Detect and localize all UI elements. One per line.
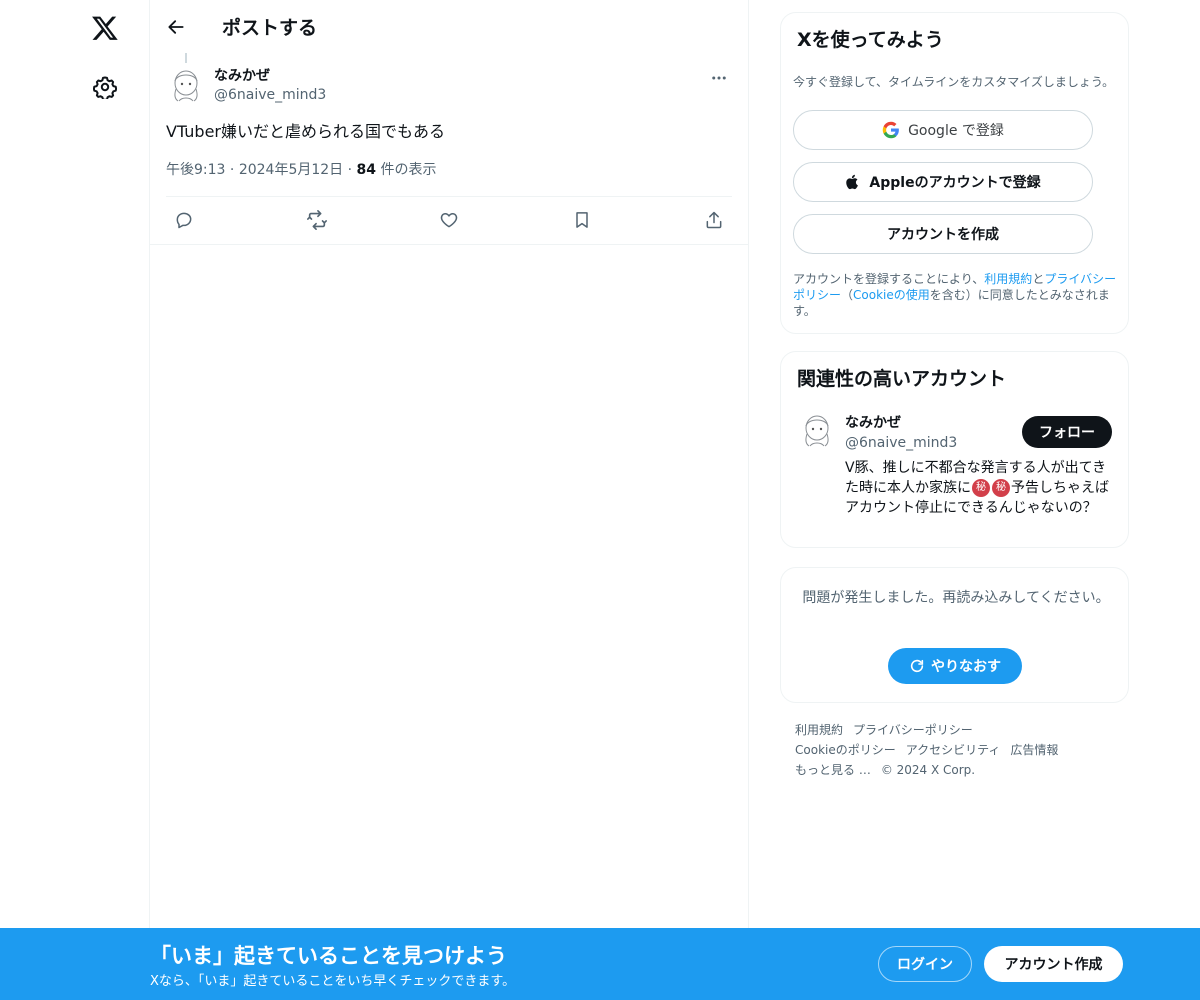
- error-card: 問題が発生しました。再読み込みしてください。 やりなおす: [780, 567, 1129, 703]
- x-logo-icon[interactable]: [85, 8, 125, 48]
- signup-card: Xを使ってみよう 今すぐ登録して、タイムラインをカスタマイズしましょう。 Goo…: [780, 12, 1129, 334]
- retry-label: やりなおす: [931, 659, 1001, 675]
- related-account-handle[interactable]: @6naive_mind3: [845, 435, 957, 451]
- signup-title: Xを使ってみよう: [797, 29, 944, 51]
- main-header: ポストする: [150, 0, 748, 53]
- footer-link-cookie[interactable]: Cookieのポリシー: [795, 743, 896, 757]
- footer-link-ads[interactable]: 広告情報: [1010, 743, 1058, 757]
- thread-line: [185, 53, 187, 63]
- create-account-button[interactable]: アカウントを作成: [793, 214, 1093, 254]
- login-button[interactable]: ログイン: [878, 946, 972, 982]
- post-meta: 午後9:13 · 2024年5月12日 · 84 件の表示: [166, 160, 436, 180]
- related-account-name[interactable]: なみかぜ: [845, 412, 901, 432]
- google-signup-button[interactable]: Google で登録: [793, 110, 1093, 150]
- terms-prefix: アカウントを登録することにより、: [793, 272, 985, 286]
- create-account-label: アカウントを作成: [887, 227, 999, 243]
- footer-link-accessibility[interactable]: アクセシビリティ: [906, 743, 1001, 757]
- author-name[interactable]: なみかぜ: [214, 65, 270, 85]
- terms-paren: （: [841, 288, 854, 302]
- footer-copyright: © 2024 X Corp.: [880, 763, 976, 777]
- terms-text: アカウントを登録することにより、利用規約とプライバシーポリシー（Cookieの使…: [793, 271, 1118, 319]
- google-signup-label: Google で登録: [908, 123, 1004, 139]
- left-nav: [0, 0, 150, 1000]
- more-options-icon[interactable]: [704, 63, 734, 93]
- banner-title: 「いま」起きていることを見つけよう: [150, 944, 507, 968]
- refresh-icon: [910, 659, 924, 673]
- page-title: ポストする: [222, 17, 318, 39]
- related-title: 関連性の高いアカウント: [797, 368, 1007, 390]
- meta-separator: ·: [229, 162, 239, 178]
- post-actions: [166, 202, 732, 238]
- apple-signup-button[interactable]: Appleのアカウントで登録: [793, 162, 1093, 202]
- apple-signup-label: Appleのアカウントで登録: [869, 175, 1041, 191]
- view-count: 84: [356, 162, 377, 178]
- footer-link-privacy[interactable]: プライバシーポリシー: [853, 723, 973, 737]
- follow-button[interactable]: フォロー: [1022, 416, 1112, 448]
- like-icon[interactable]: [431, 202, 467, 238]
- banner-create-account-button[interactable]: アカウント作成: [984, 946, 1123, 982]
- secret-emoji-icon: 秘: [992, 479, 1010, 497]
- terms-and: と: [1032, 272, 1045, 286]
- divider: [166, 196, 732, 197]
- back-arrow-icon[interactable]: [158, 9, 194, 45]
- repost-icon[interactable]: [299, 202, 335, 238]
- signup-description: 今すぐ登録して、タイムラインをカスタマイズしましょう。: [793, 75, 1115, 89]
- footer-link-terms[interactable]: 利用規約: [795, 723, 843, 737]
- footer-links: 利用規約 プライバシーポリシー Cookieのポリシー アクセシビリティ 広告情報 も…: [795, 720, 1115, 780]
- gear-icon[interactable]: [85, 67, 125, 107]
- post-text: VTuber嫌いだと虐められる国でもある: [166, 122, 446, 141]
- bookmark-icon[interactable]: [564, 202, 600, 238]
- related-accounts-card: 関連性の高いアカウント なみかぜ @6naive_mind3 フォロー V豚、推…: [780, 351, 1129, 548]
- google-icon: [882, 121, 900, 139]
- error-message: 問題が発生しました。再読み込みしてください。: [802, 590, 1110, 606]
- footer-link-more[interactable]: もっと見る …: [795, 763, 871, 777]
- avatar[interactable]: [166, 65, 206, 105]
- author-handle[interactable]: @6naive_mind3: [214, 87, 326, 103]
- view-label: 件の表示: [380, 162, 437, 178]
- reply-icon[interactable]: [166, 202, 202, 238]
- retry-button[interactable]: やりなおす: [888, 648, 1022, 684]
- apple-icon: [845, 173, 861, 191]
- meta-separator: ·: [347, 162, 357, 178]
- related-account-bio: V豚、推しに不都合な発言する人が出てきた時に本人か家族に秘秘予告しちゃえばアカウ…: [845, 458, 1115, 518]
- share-icon[interactable]: [696, 202, 732, 238]
- post-time[interactable]: 午後9:13: [166, 162, 225, 178]
- main-column: ポストする なみかぜ @6naive_mind3 VTuber嫌いだと虐められる…: [150, 0, 749, 1000]
- divider: [150, 244, 748, 245]
- terms-link[interactable]: 利用規約: [984, 272, 1032, 286]
- cookie-link[interactable]: Cookieの使用: [853, 288, 930, 302]
- avatar[interactable]: [797, 410, 837, 450]
- banner-subtitle: Xなら、「いま」起きていることをいち早くチェックできます。: [150, 974, 516, 989]
- secret-emoji-icon: 秘: [972, 479, 990, 497]
- post-date[interactable]: 2024年5月12日: [239, 162, 343, 178]
